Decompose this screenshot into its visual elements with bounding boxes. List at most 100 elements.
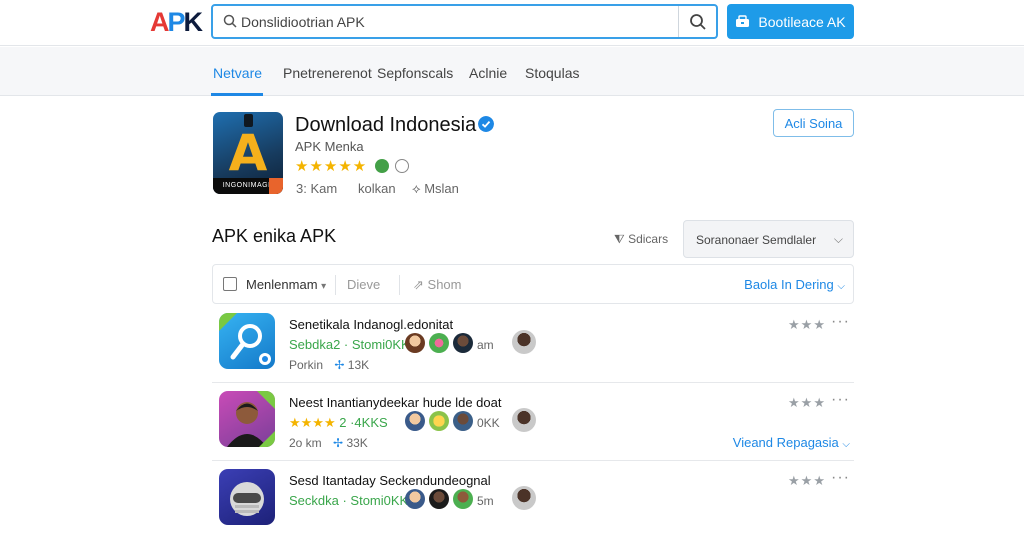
more-icon[interactable]: ···	[831, 469, 850, 487]
app-icon	[219, 313, 275, 369]
app-meta-tag-label: Mslan	[424, 181, 459, 196]
item-rating: ★★★	[788, 317, 826, 332]
download-button[interactable]: Bootileace AK	[727, 4, 854, 39]
search-button[interactable]	[678, 6, 716, 37]
toolbar-button-1[interactable]: Dieve	[347, 277, 380, 292]
item-title[interactable]: Senetikala Indanogl.edonitat	[289, 317, 453, 332]
item-size: 0KK	[477, 416, 500, 430]
app-meta-category: kolkan	[358, 181, 396, 196]
view-more-link[interactable]: Vieand Repagasia ⌵	[733, 435, 850, 450]
sort-label-text: Sdicars	[628, 232, 669, 246]
item-title[interactable]: Sesd Itantaday Seckendundeognal	[289, 473, 491, 488]
tab-netvare[interactable]: Netvare	[213, 65, 262, 81]
search-icon	[689, 13, 706, 30]
active-tab-indicator	[211, 93, 263, 96]
chevron-down-icon: ⌵	[833, 232, 843, 246]
list-item[interactable]: Neest Inantianydeekar hude lde doat ★★★★…	[212, 383, 854, 461]
item-meta: Porkin ✢ 13K	[289, 358, 369, 372]
logo-letter-3: K	[183, 7, 203, 37]
item-meta-right: 13K	[347, 358, 370, 372]
safe-badge-icon	[375, 159, 389, 173]
item-meta-left: Porkin	[289, 358, 324, 372]
add-button[interactable]: Acli Soina	[773, 109, 854, 137]
item-rating: ★★★	[788, 473, 826, 488]
app-meta-downloads: 3: Kam	[296, 181, 338, 196]
divider	[399, 275, 400, 295]
logo-letter-1: A	[150, 7, 169, 37]
site-logo[interactable]: APK	[150, 7, 203, 38]
select-dropdown[interactable]: Menlenmam ▾	[246, 277, 326, 292]
app-subtitle: APK Menka	[295, 139, 364, 154]
share-icon: ✢	[333, 436, 344, 450]
tab-pnetrenerenot[interactable]: Pnetrenerenot	[283, 65, 372, 81]
item-title[interactable]: Neest Inantianydeekar hude lde doat	[289, 395, 502, 410]
item-rating: ★★★	[788, 395, 826, 410]
tag-icon: ⟡	[412, 181, 421, 196]
list-toolbar: Menlenmam ▾ Dieve ⇗ Shom Baola In Dering…	[212, 264, 854, 304]
info-badge-icon	[395, 159, 409, 173]
avatar-group	[405, 333, 473, 353]
download-button-label: Bootileace AK	[758, 13, 846, 30]
item-subtitle-text: 2 ·4KKS	[339, 415, 388, 430]
avatar	[453, 333, 473, 353]
item-stars: ★★★★	[289, 415, 336, 430]
robot-app-icon	[230, 482, 264, 516]
select-all-checkbox[interactable]	[223, 277, 237, 291]
app-icon-letter: A	[228, 124, 268, 182]
avatar	[405, 333, 425, 353]
divider	[335, 275, 336, 295]
app-icon: A INGONIMAGE	[213, 112, 283, 194]
avatar	[405, 489, 425, 509]
sort-select[interactable]: Soranonaer Semdlaler ⌵	[683, 220, 854, 258]
tab-sepfonscals[interactable]: Sepfonscals	[377, 65, 453, 81]
item-meta-right: 33K	[346, 436, 368, 450]
verified-badge-icon	[478, 116, 494, 132]
sort-icon: ⧨	[614, 232, 625, 246]
item-subtitle: Seckdka · Stomi0KK	[289, 493, 409, 508]
app-icon	[219, 469, 275, 525]
avatar	[405, 411, 425, 431]
toolbar-button-2[interactable]: ⇗ Shom	[413, 277, 462, 293]
avatar	[429, 489, 449, 509]
view-more-link-label: Vieand Repagasia	[732, 435, 839, 450]
list-item[interactable]: Senetikala Indanogl.edonitat Sebdka2 · S…	[212, 305, 854, 383]
search-bar[interactable]: Donslidiootrian APK	[211, 4, 718, 39]
app-title: Download Indonesia	[295, 114, 477, 136]
pin-app-icon	[219, 313, 271, 365]
avatar	[453, 411, 473, 431]
sort-label: ⧨ Sdicars	[614, 232, 668, 247]
download-box-icon	[736, 15, 750, 27]
sort-select-value: Soranonaer Semdlaler	[696, 233, 817, 247]
tab-aclnie[interactable]: Aclnie	[469, 65, 507, 81]
avatar	[429, 411, 449, 431]
chevron-down-icon: ⌵	[842, 439, 850, 450]
item-meta-left: 2o km	[289, 436, 322, 450]
toolbar-right-link-label: Baola In Dering	[744, 277, 834, 292]
avatar-group	[405, 489, 473, 509]
more-icon[interactable]: ···	[831, 313, 850, 331]
avatar	[512, 330, 536, 354]
more-icon[interactable]: ···	[831, 391, 850, 409]
item-subtitle: ★★★★ 2 ·4KKS	[289, 415, 388, 431]
app-icon	[219, 391, 275, 447]
toolbar-button-2-label: Shom	[427, 277, 462, 292]
share-icon: ✢	[334, 358, 345, 372]
share-icon: ⇗	[413, 277, 424, 292]
search-input[interactable]: Donslidiootrian APK	[241, 14, 365, 30]
item-subtitle: Sebdka2 · Stomi0KK	[289, 337, 410, 352]
avatar-group	[405, 411, 473, 431]
toolbar-right-link[interactable]: Baola In Dering ⌵	[744, 277, 845, 292]
tab-stoqulas[interactable]: Stoqulas	[525, 65, 579, 81]
avatar	[512, 486, 536, 510]
list-item[interactable]: Sesd Itantaday Seckendundeognal Seckdka …	[212, 461, 854, 539]
person-app-icon	[227, 391, 275, 447]
main-nav: Netvare Pnetrenerenot Sepfonscals Aclnie…	[0, 47, 1024, 96]
chevron-down-icon: ▾	[321, 281, 327, 292]
avatar	[429, 333, 449, 353]
section-title: APK enika APK	[212, 226, 337, 246]
item-size: 5m	[477, 494, 494, 508]
top-header: APK Donslidiootrian APK Bootileace AK	[0, 0, 1024, 46]
search-icon	[223, 14, 237, 28]
item-size: am	[477, 338, 494, 352]
app-rating-stars: ★★★★★	[295, 158, 368, 175]
